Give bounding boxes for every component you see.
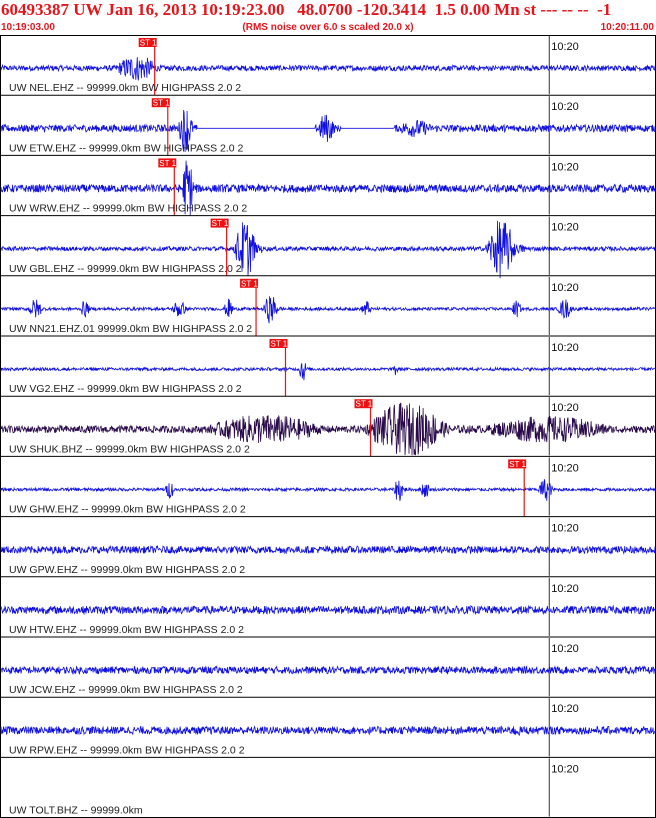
station-label: UW RPW.EHZ -- 99999.0km BW HIGHPASS 2.0 … bbox=[9, 744, 245, 756]
waveform-trace bbox=[0, 604, 656, 616]
pick-label-text: ST 1.4 bbox=[356, 400, 380, 409]
station-label: UW ETW.EHZ -- 99999.0km BW HIGHPASS 2.0 … bbox=[9, 142, 244, 154]
waveform-trace bbox=[0, 479, 656, 501]
waveform-trace bbox=[0, 665, 656, 676]
pick-label-text: ST 1.4 bbox=[212, 219, 236, 228]
station-label: UW NEL.EHZ -- 99999.0km BW HIGHPASS 2.0 … bbox=[9, 82, 241, 94]
time-tick-label: 10:20 bbox=[551, 462, 579, 474]
pick-label-text: ST 1.4 bbox=[153, 99, 177, 108]
station-label: UW HTW.EHZ -- 99999.0km BW HIGHPASS 2.0 … bbox=[9, 624, 244, 636]
time-tick-label: 10:20 bbox=[551, 583, 579, 595]
time-tick-label: 10:20 bbox=[551, 523, 579, 535]
time-tick-label: 10:20 bbox=[551, 222, 579, 234]
pick-label-text: ST 1.4 bbox=[241, 279, 265, 288]
station-label: UW NN21.EHZ.01 99999.0km BW HIGHPASS 2.0… bbox=[9, 323, 252, 335]
time-tick-label: 10:20 bbox=[551, 763, 579, 775]
waveform-trace bbox=[0, 544, 656, 555]
time-tick-label: 10:20 bbox=[551, 282, 579, 294]
station-label: UW GPW.EHZ -- 99999.0km BW HIGHPASS 2.0 … bbox=[9, 564, 245, 576]
time-tick-label: 10:20 bbox=[551, 101, 579, 113]
waveform-trace bbox=[0, 57, 656, 81]
station-label: UW VG2.EHZ -- 99999.0km BW HIGHPASS 2.0 … bbox=[9, 383, 242, 395]
time-tick-label: 10:20 bbox=[551, 161, 579, 173]
station-label: UW TOLT.BHZ -- 99999.0km bbox=[9, 805, 143, 817]
pick-label-text: ST 1.4 bbox=[270, 340, 294, 349]
station-label: UW GBL.EHZ -- 99999.0km BW HIGHPASS 2.0 … bbox=[9, 263, 242, 275]
time-tick-label: 10:20 bbox=[551, 703, 579, 715]
pick-label-text: ST 1.4 bbox=[140, 39, 164, 48]
waveform-trace bbox=[0, 296, 656, 324]
waveform-trace bbox=[0, 725, 656, 737]
time-tick-label: 10:20 bbox=[551, 643, 579, 655]
time-tick-label: 10:20 bbox=[551, 402, 579, 414]
time-tick-label: 10:20 bbox=[551, 41, 579, 53]
pick-label-text: ST 1.4 bbox=[159, 159, 183, 168]
station-label: UW GHW.EHZ -- 99999.0km BW HIGHPASS 2.0 … bbox=[9, 504, 246, 516]
seismogram-plot: 10:20 ST 1.4 UW NEL.EHZ -- 99999.0km BW HI… bbox=[0, 35, 656, 818]
station-label: UW WRW.EHZ -- 99999.0km BW HIGHPASS 2.0 … bbox=[9, 203, 247, 215]
station-label: UW JCW.EHZ -- 99999.0km BW HIGHPASS 2.0 … bbox=[9, 684, 243, 696]
waveform-trace bbox=[0, 363, 656, 381]
pick-label-text: ST 1.4 bbox=[509, 460, 533, 469]
time-tick-label: 10:20 bbox=[551, 342, 579, 354]
station-label: UW SHUK.BHZ -- 99999.0km BW HIGHPASS 2.0… bbox=[9, 443, 250, 455]
